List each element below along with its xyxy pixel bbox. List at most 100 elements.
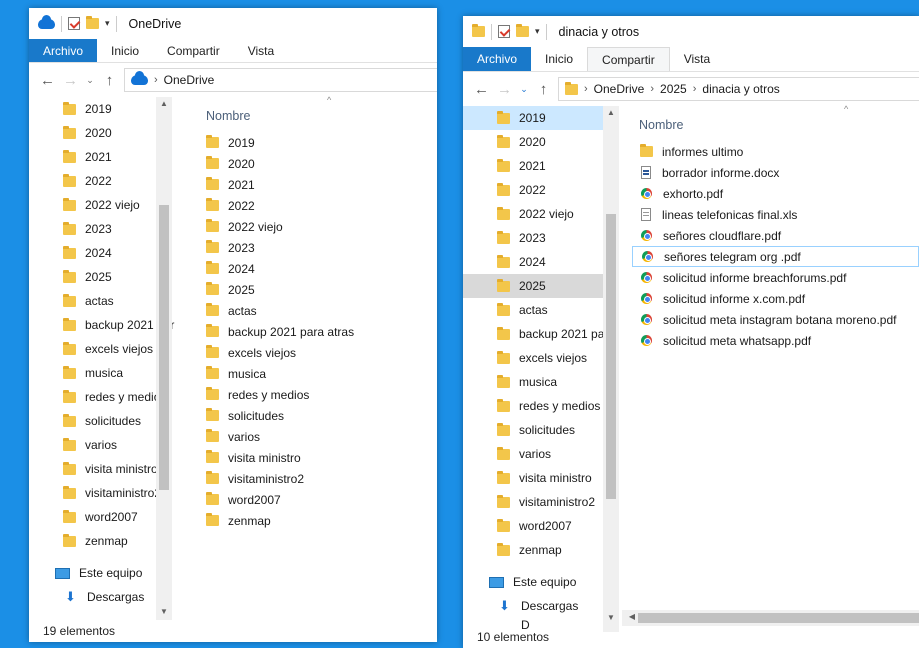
nav-item-2021[interactable]: 2021 xyxy=(463,154,619,178)
forward-arrow-icon[interactable]: → xyxy=(62,72,79,89)
file-row-solicitud-informe-x-com-pdf[interactable]: solicitud informe x.com.pdf xyxy=(632,288,919,309)
breadcrumb-onedrive[interactable]: OneDrive xyxy=(594,82,645,96)
tab-vista[interactable]: Vista xyxy=(234,39,288,62)
file-row-solicitud-informe-breachforums-pdf[interactable]: solicitud informe breachforums.pdf xyxy=(632,267,919,288)
file-row-2019[interactable]: 2019 xyxy=(198,132,437,153)
new-folder-icon[interactable] xyxy=(516,24,529,37)
tab-archivo[interactable]: Archivo xyxy=(463,47,532,71)
nav-item-visita-ministro[interactable]: visita ministro xyxy=(463,466,619,490)
scrollbar-thumb[interactable] xyxy=(606,214,616,499)
scroll-down-arrow-icon[interactable]: ▼ xyxy=(603,613,619,622)
recent-locations-chevron-icon[interactable]: ⌄ xyxy=(519,84,529,95)
file-row-2022[interactable]: 2022 xyxy=(198,195,437,216)
file-row-lineas-telefonicas-final-xls[interactable]: lineas telefonicas final.xls xyxy=(632,204,919,225)
tab-inicio[interactable]: Inicio xyxy=(97,39,153,62)
scrollbar-thumb[interactable] xyxy=(159,205,169,490)
nav-label: excels viejos xyxy=(85,342,154,356)
file-name: solicitud informe breachforums.pdf xyxy=(663,270,847,285)
nav-item-actas[interactable]: actas xyxy=(463,298,619,322)
nav-item-excels-viejos[interactable]: excels viejos xyxy=(463,346,619,370)
nav-item-word2007[interactable]: word2007 xyxy=(463,514,619,538)
scroll-down-arrow-icon[interactable]: ▼ xyxy=(156,607,172,616)
nav-label: word2007 xyxy=(85,510,138,524)
file-row-musica[interactable]: musica xyxy=(198,363,437,384)
nav-item-2025[interactable]: 2025 xyxy=(463,274,619,298)
properties-icon[interactable] xyxy=(68,17,80,30)
forward-arrow-icon[interactable]: → xyxy=(496,81,513,98)
breadcrumb-2025[interactable]: 2025 xyxy=(660,82,687,96)
nav-item-2024[interactable]: 2024 xyxy=(463,250,619,274)
tab-compartir[interactable]: Compartir xyxy=(587,47,670,71)
file-row-visita-ministro[interactable]: visita ministro xyxy=(198,447,437,468)
file-row-varios[interactable]: varios xyxy=(198,426,437,447)
nav-descargas[interactable]: ⬇ Descargas xyxy=(463,594,619,618)
nav-item-2019[interactable]: 2019 xyxy=(463,106,619,130)
nav-item-2023[interactable]: 2023 xyxy=(463,226,619,250)
nav-item-2022[interactable]: 2022 xyxy=(463,178,619,202)
file-row-actas[interactable]: actas xyxy=(198,300,437,321)
breadcrumb-separator-icon[interactable]: › xyxy=(584,83,588,95)
tab-inicio[interactable]: Inicio xyxy=(531,47,587,71)
breadcrumb-separator-icon[interactable]: › xyxy=(154,74,158,86)
file-row-redes-y-medios[interactable]: redes y medios xyxy=(198,384,437,405)
file-row-2020[interactable]: 2020 xyxy=(198,153,437,174)
nav-item-backup-2021-par[interactable]: backup 2021 par xyxy=(463,322,619,346)
properties-icon[interactable] xyxy=(498,25,510,38)
scroll-up-arrow-icon[interactable]: ▲ xyxy=(603,108,619,117)
column-header-nombre[interactable]: ^ Nombre xyxy=(622,104,919,132)
title-bar: ▾ OneDrive xyxy=(29,8,437,39)
nav-item-redes-y-medios[interactable]: redes y medios xyxy=(463,394,619,418)
address-bar[interactable]: › OneDrive xyxy=(124,68,437,92)
nav-label: 2025 xyxy=(519,279,546,293)
recent-locations-chevron-icon[interactable]: ⌄ xyxy=(85,75,95,86)
nav-item-varios[interactable]: varios xyxy=(463,442,619,466)
nav-item-musica[interactable]: musica xyxy=(463,370,619,394)
column-header-nombre[interactable]: ^ Nombre xyxy=(188,95,437,123)
nav-este-equipo[interactable]: Este equipo xyxy=(463,570,619,594)
file-row-excels-viejos[interactable]: excels viejos xyxy=(198,342,437,363)
column-header-label: Nombre xyxy=(206,109,251,123)
file-row-senores-telegram-org-pdf[interactable]: señores telegram org .pdf xyxy=(632,246,919,267)
up-arrow-icon[interactable]: ↑ xyxy=(535,81,552,98)
breadcrumb-separator-icon[interactable]: › xyxy=(693,83,697,95)
customize-toolbar-dropdown-icon[interactable]: ▾ xyxy=(535,26,540,37)
file-row-solicitud-meta-instagram-botana-moreno-pdf[interactable]: solicitud meta instagram botana moreno.p… xyxy=(632,309,919,330)
breadcrumb-dinacia-y-otros[interactable]: dinacia y otros xyxy=(702,82,779,96)
horizontal-scrollbar[interactable]: ◀ xyxy=(622,610,919,626)
file-row-backup-2021-para-atras[interactable]: backup 2021 para atras xyxy=(198,321,437,342)
back-arrow-icon[interactable]: ← xyxy=(473,81,490,98)
nav-item-solicitudes[interactable]: solicitudes xyxy=(463,418,619,442)
nav-item-2022-viejo[interactable]: 2022 viejo xyxy=(463,202,619,226)
tab-compartir[interactable]: Compartir xyxy=(153,39,234,62)
up-arrow-icon[interactable]: ↑ xyxy=(101,72,118,89)
address-bar[interactable]: › OneDrive › 2025 › dinacia y otros xyxy=(558,77,919,101)
nav-scrollbar[interactable]: ▲ ▼ xyxy=(603,106,619,632)
file-row-2023[interactable]: 2023 xyxy=(198,237,437,258)
back-arrow-icon[interactable]: ← xyxy=(39,72,56,89)
scrollbar-thumb[interactable] xyxy=(638,613,919,623)
breadcrumb-onedrive[interactable]: OneDrive xyxy=(164,73,215,87)
breadcrumb-separator-icon[interactable]: › xyxy=(650,83,654,95)
file-row-senores-cloudflare-pdf[interactable]: señores cloudflare.pdf xyxy=(632,225,919,246)
file-row-2024[interactable]: 2024 xyxy=(198,258,437,279)
file-row-2022-viejo[interactable]: 2022 viejo xyxy=(198,216,437,237)
nav-item-2020[interactable]: 2020 xyxy=(463,130,619,154)
new-folder-icon[interactable] xyxy=(86,16,99,29)
file-row-solicitudes[interactable]: solicitudes xyxy=(198,405,437,426)
file-row-zenmap[interactable]: zenmap xyxy=(198,510,437,531)
tab-vista[interactable]: Vista xyxy=(670,47,724,71)
nav-scrollbar[interactable]: ▲ ▼ xyxy=(156,97,172,620)
nav-item-zenmap[interactable]: zenmap xyxy=(463,538,619,562)
tab-archivo[interactable]: Archivo xyxy=(29,39,98,62)
file-row-borrador-informe-docx[interactable]: borrador informe.docx xyxy=(632,162,919,183)
file-row-word2007[interactable]: word2007 xyxy=(198,489,437,510)
file-row-2021[interactable]: 2021 xyxy=(198,174,437,195)
file-row-exhorto-pdf[interactable]: exhorto.pdf xyxy=(632,183,919,204)
file-row-solicitud-meta-whatsapp-pdf[interactable]: solicitud meta whatsapp.pdf xyxy=(632,330,919,351)
file-row-2025[interactable]: 2025 xyxy=(198,279,437,300)
file-row-informes-ultimo[interactable]: informes ultimo xyxy=(632,141,919,162)
file-row-visitaministro2[interactable]: visitaministro2 xyxy=(198,468,437,489)
nav-item-visitaministro2[interactable]: visitaministro2 xyxy=(463,490,619,514)
scroll-up-arrow-icon[interactable]: ▲ xyxy=(156,99,172,108)
customize-toolbar-dropdown-icon[interactable]: ▾ xyxy=(105,18,110,29)
